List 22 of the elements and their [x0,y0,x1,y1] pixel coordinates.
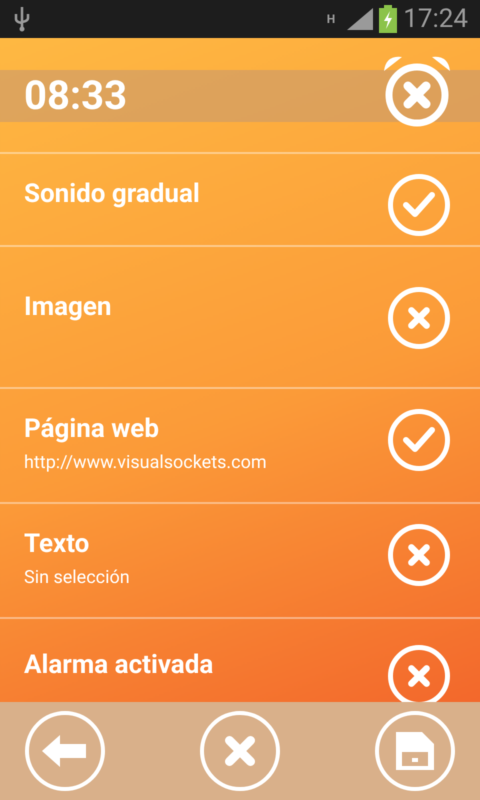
setting-title: Imagen [24,291,112,324]
alarm-time: 08:33 [24,76,128,116]
setting-row[interactable]: Sonido gradual [0,154,480,247]
battery-charging-icon [379,5,398,33]
back-button[interactable] [25,711,105,791]
setting-subtitle: Sin selección [24,566,130,589]
close-icon [222,733,258,769]
setting-row[interactable]: Imagen [0,247,480,389]
clock-text: 17:24 [403,6,468,32]
signal-icon [347,8,374,30]
setting-title: Texto [24,528,90,560]
arrow-left-icon [42,735,88,767]
setting-subtitle: http://www.visualsockets.com [24,452,267,474]
setting-row[interactable]: Página web http://www.visualsockets.com [0,389,480,504]
cancel-button[interactable] [200,711,280,791]
setting-title: Alarma activada [24,649,214,682]
usb-icon [12,6,32,32]
setting-title: Página web [24,413,160,446]
setting-title: Sonido gradual [24,178,200,210]
save-button[interactable] [375,711,455,791]
network-type-label: H [326,13,336,25]
setting-row[interactable]: Texto Sin selección [0,504,480,619]
